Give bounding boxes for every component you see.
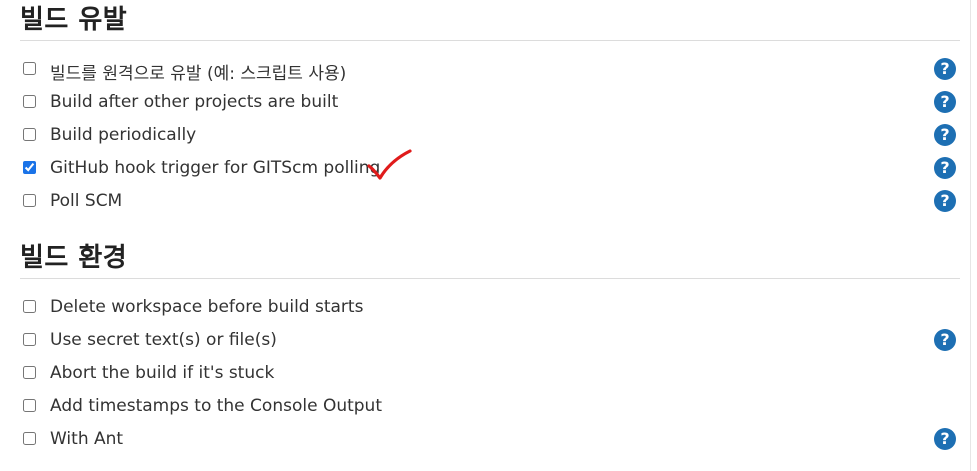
option-poll-scm: Poll SCM ? <box>20 187 960 217</box>
option-add-timestamps: Add timestamps to the Console Output <box>20 392 960 422</box>
red-checkmark-annotation-icon <box>367 149 412 180</box>
checkbox-github-hook-trigger[interactable] <box>23 161 36 174</box>
section-header-build-environment: 빌드 환경 <box>20 238 960 279</box>
help-icon[interactable]: ? <box>934 190 956 212</box>
page-right-border <box>970 0 971 471</box>
label-build-after-other-projects[interactable]: Build after other projects are built <box>50 92 338 112</box>
option-build-periodically: Build periodically ? <box>20 121 960 151</box>
label-with-ant[interactable]: With Ant <box>50 429 123 449</box>
section-header-build-triggers: 빌드 유발 <box>20 0 960 41</box>
jenkins-config-page: 빌드 유발 빌드를 원격으로 유발 (예: 스크립트 사용) ? Build a… <box>0 0 977 471</box>
label-build-periodically[interactable]: Build periodically <box>50 125 196 145</box>
checkbox-build-periodically[interactable] <box>23 128 36 141</box>
label-github-hook-trigger[interactable]: GitHub hook trigger for GITScm polling <box>50 158 380 178</box>
option-abort-if-stuck: Abort the build if it's stuck <box>20 359 960 389</box>
label-abort-if-stuck[interactable]: Abort the build if it's stuck <box>50 363 274 383</box>
checkbox-abort-if-stuck[interactable] <box>23 366 36 379</box>
help-icon[interactable]: ? <box>934 124 956 146</box>
checkbox-with-ant[interactable] <box>23 432 36 445</box>
label-trigger-remotely[interactable]: 빌드를 원격으로 유발 (예: 스크립트 사용) <box>50 59 346 84</box>
option-trigger-remotely: 빌드를 원격으로 유발 (예: 스크립트 사용) ? <box>20 55 960 85</box>
help-icon[interactable]: ? <box>934 91 956 113</box>
checkbox-poll-scm[interactable] <box>23 194 36 207</box>
checkbox-trigger-remotely[interactable] <box>23 62 36 75</box>
help-icon[interactable]: ? <box>934 58 956 80</box>
checkbox-build-after-other-projects[interactable] <box>23 95 36 108</box>
option-with-ant: With Ant ? <box>20 425 960 455</box>
label-add-timestamps[interactable]: Add timestamps to the Console Output <box>50 396 382 416</box>
option-github-hook-trigger: GitHub hook trigger for GITScm polling ? <box>20 154 960 184</box>
checkbox-delete-workspace[interactable] <box>23 300 36 313</box>
option-delete-workspace: Delete workspace before build starts <box>20 293 960 323</box>
help-icon[interactable]: ? <box>934 329 956 351</box>
label-use-secret-text[interactable]: Use secret text(s) or file(s) <box>50 330 277 350</box>
checkbox-use-secret-text[interactable] <box>23 333 36 346</box>
checkbox-add-timestamps[interactable] <box>23 399 36 412</box>
label-delete-workspace[interactable]: Delete workspace before build starts <box>50 297 363 317</box>
label-poll-scm[interactable]: Poll SCM <box>50 191 122 211</box>
help-icon[interactable]: ? <box>934 428 956 450</box>
option-use-secret-text: Use secret text(s) or file(s) ? <box>20 326 960 356</box>
option-build-after-other-projects: Build after other projects are built ? <box>20 88 960 118</box>
section-title-build-environment: 빌드 환경 <box>20 243 128 273</box>
section-title-build-triggers: 빌드 유발 <box>20 5 128 35</box>
help-icon[interactable]: ? <box>934 157 956 179</box>
